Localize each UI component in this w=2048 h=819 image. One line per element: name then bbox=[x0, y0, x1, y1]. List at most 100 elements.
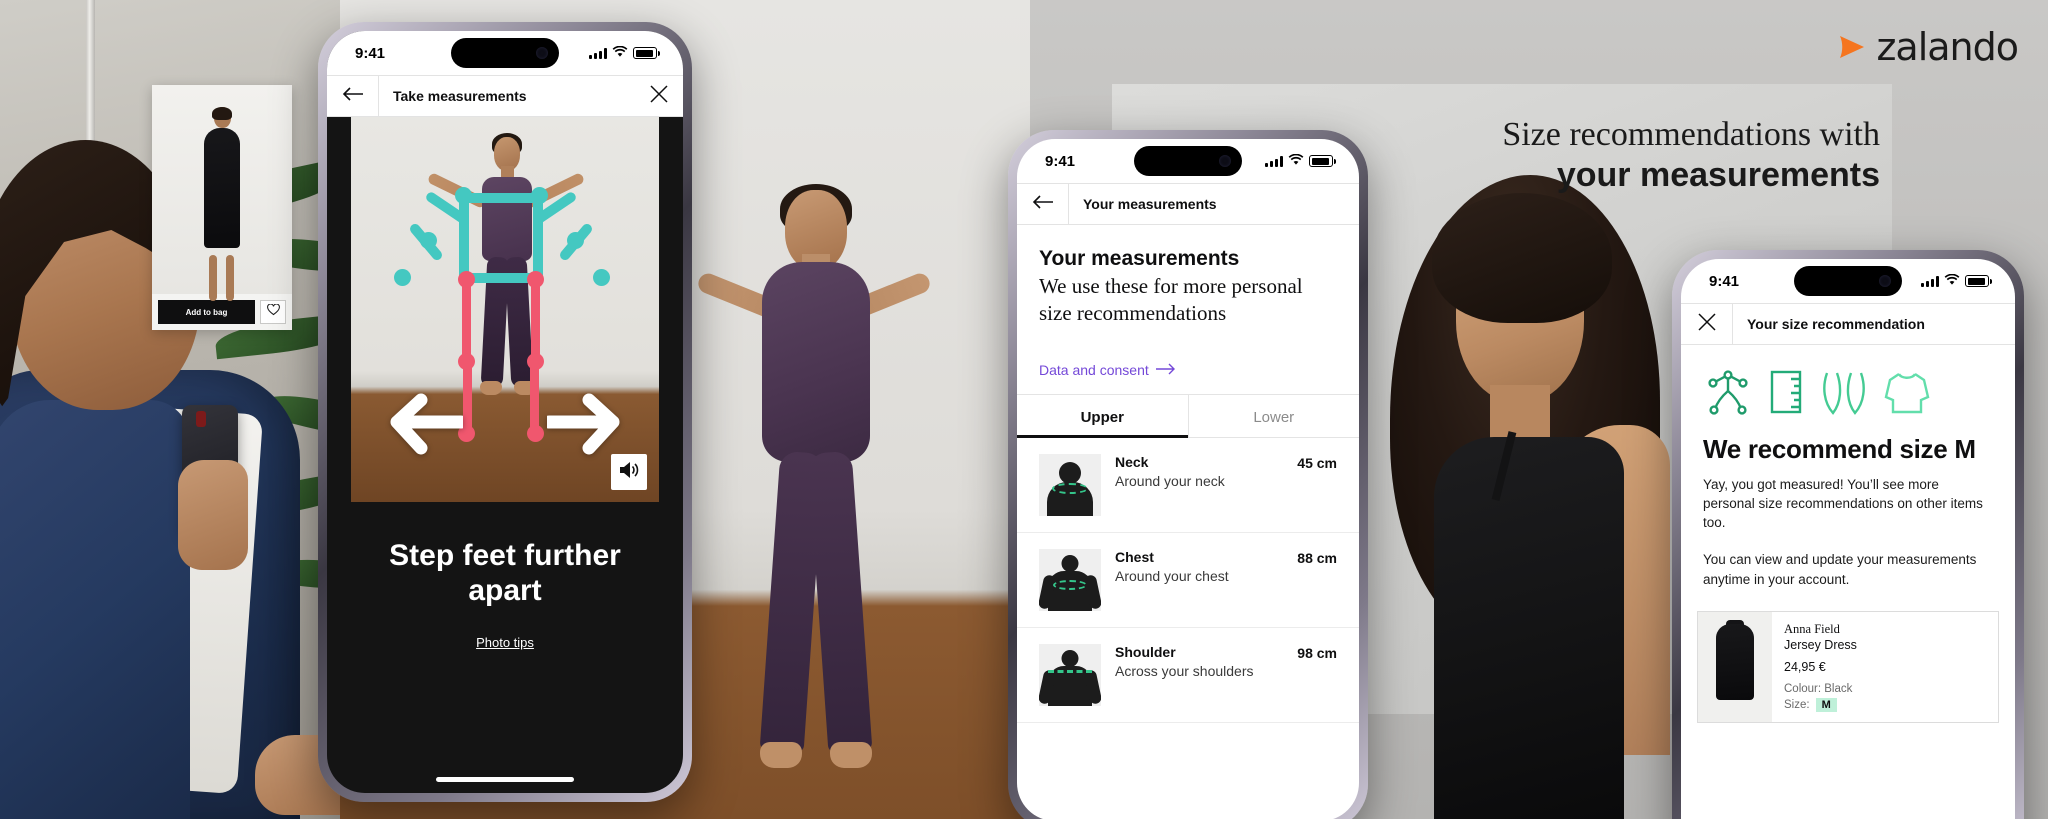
phone-take-measurements: 9:41 Take measurements Step feet further… bbox=[318, 22, 692, 802]
ruler-icon bbox=[1765, 367, 1807, 422]
page-title: Your measurements bbox=[1039, 247, 1240, 270]
measurement-info: Chest Around your chest bbox=[1115, 549, 1283, 584]
phone-size-recommendation: 9:41 Your size recommendation We recomme… bbox=[1672, 250, 2024, 819]
arrow-left-icon bbox=[1032, 194, 1054, 215]
close-button[interactable] bbox=[1681, 304, 1733, 344]
measurement-tabs: Upper Lower bbox=[1017, 393, 1360, 438]
dynamic-island bbox=[1794, 266, 1902, 296]
product-thumbnail bbox=[1698, 611, 1772, 722]
tab-upper[interactable]: Upper bbox=[1017, 395, 1188, 438]
zalando-wordmark: zalando bbox=[1876, 25, 2019, 69]
mini-product-actions: Add to bag bbox=[152, 294, 292, 330]
measurement-desc: Around your chest bbox=[1115, 567, 1229, 584]
mini-product-card[interactable]: Add to bag bbox=[152, 85, 292, 330]
body-points-icon bbox=[1703, 367, 1753, 422]
status-time: 9:41 bbox=[355, 44, 386, 62]
phone1-screen: 9:41 Take measurements Step feet further… bbox=[327, 31, 683, 793]
product-size: Size: M bbox=[1784, 697, 1986, 712]
tape-measure-icon bbox=[1819, 367, 1869, 422]
phone2-navbar: Your measurements bbox=[1017, 183, 1359, 225]
cellular-bars-icon bbox=[1921, 275, 1939, 287]
measurement-name: Chest bbox=[1115, 548, 1154, 565]
measurement-row-chest[interactable]: Chest Around your chest 88 cm bbox=[1017, 533, 1359, 628]
cellular-bars-icon bbox=[589, 47, 607, 59]
status-icons bbox=[1265, 153, 1336, 170]
phone2-title: Your measurements bbox=[1083, 196, 1217, 212]
battery-icon bbox=[633, 47, 660, 59]
product-title: Jersey Dress bbox=[1784, 637, 1857, 652]
close-button[interactable] bbox=[635, 85, 683, 107]
arrow-right-icon bbox=[1155, 362, 1176, 378]
phone2-content: Your measurements We use these for more … bbox=[1017, 225, 1359, 723]
phone3-statusbar: 9:41 bbox=[1681, 259, 2015, 303]
recommendation-paragraph-1: Yay, you got measured! You’ll see more p… bbox=[1703, 477, 1983, 531]
cellular-bars-icon bbox=[1265, 155, 1283, 167]
product-size-label: Size: bbox=[1784, 698, 1810, 711]
phone3-navbar: Your size recommendation bbox=[1681, 303, 2015, 345]
mini-product-image bbox=[152, 85, 292, 301]
measurement-value: 88 cm bbox=[1297, 549, 1337, 566]
back-button[interactable] bbox=[1017, 184, 1069, 224]
product-size-value: M bbox=[1815, 697, 1837, 712]
model-black-dress-photo bbox=[1380, 175, 1680, 819]
status-icons bbox=[589, 45, 660, 62]
product-colour: Colour: Black bbox=[1784, 682, 1853, 695]
product-meta: Anna Field Jersey Dress 24,95 € Colour: … bbox=[1772, 612, 1998, 722]
mini-product-model bbox=[196, 107, 248, 301]
zalando-logo: zalando bbox=[1837, 25, 2019, 69]
measurement-row-shoulder[interactable]: Shoulder Across your shoulders 98 cm bbox=[1017, 628, 1359, 723]
measurements-intro: Your measurements We use these for more … bbox=[1017, 225, 1359, 378]
recommendation-paragraph-2: You can view and update your measurement… bbox=[1703, 552, 1977, 587]
phone1-title: Take measurements bbox=[393, 88, 527, 104]
measurement-value: 98 cm bbox=[1297, 644, 1337, 661]
phone2-screen: 9:41 Your measurements Your measurements bbox=[1017, 139, 1359, 819]
product-price: 24,95 € bbox=[1784, 659, 1826, 674]
sweater-icon bbox=[1881, 367, 1933, 422]
heart-icon bbox=[266, 303, 280, 321]
phone1-navbar: Take measurements bbox=[327, 75, 683, 117]
home-indicator[interactable] bbox=[436, 777, 574, 782]
measurement-value: 45 cm bbox=[1297, 454, 1337, 471]
back-button[interactable] bbox=[327, 76, 379, 116]
tab-lower[interactable]: Lower bbox=[1187, 394, 1360, 437]
chest-measure-icon bbox=[1039, 548, 1101, 611]
size-hero-icons bbox=[1681, 345, 2015, 428]
wifi-icon bbox=[1944, 273, 1960, 290]
battery-icon bbox=[1965, 275, 1992, 287]
add-to-bag-button[interactable]: Add to bag bbox=[158, 300, 255, 324]
status-time: 9:41 bbox=[1045, 152, 1076, 170]
camera-instruction: Step feet further apart bbox=[389, 539, 621, 608]
dynamic-island bbox=[1134, 146, 1242, 176]
photo-tips-link[interactable]: Photo tips bbox=[327, 635, 683, 650]
status-icons bbox=[1921, 273, 1992, 290]
sound-toggle-button[interactable] bbox=[611, 454, 647, 490]
close-icon bbox=[650, 85, 668, 107]
page-subtitle: We use these for more personal size reco… bbox=[1039, 274, 1303, 326]
recommendation-heading: We recommend size M bbox=[1703, 434, 1976, 464]
phone2-statusbar: 9:41 bbox=[1017, 139, 1359, 183]
measurement-desc: Around your neck bbox=[1115, 472, 1225, 489]
speaker-icon bbox=[618, 460, 640, 485]
data-and-consent-link[interactable]: Data and consent bbox=[1039, 362, 1337, 378]
data-consent-label: Data and consent bbox=[1039, 361, 1149, 378]
phone1-statusbar: 9:41 bbox=[327, 31, 683, 75]
measurement-info: Shoulder Across your shoulders bbox=[1115, 644, 1283, 679]
phone3-title: Your size recommendation bbox=[1747, 316, 1925, 332]
phone3-screen: 9:41 Your size recommendation We recomme… bbox=[1681, 259, 2015, 819]
measurement-row-neck[interactable]: Neck Around your neck 45 cm bbox=[1017, 438, 1359, 533]
phone-your-measurements: 9:41 Your measurements Your measurements bbox=[1008, 130, 1368, 819]
arrow-left-wide-icon bbox=[377, 392, 468, 462]
arrow-left-icon bbox=[342, 86, 364, 107]
measurement-name: Shoulder bbox=[1115, 643, 1176, 660]
neck-measure-icon bbox=[1039, 453, 1101, 516]
camera-viewfinder[interactable] bbox=[351, 117, 659, 502]
status-time: 9:41 bbox=[1709, 272, 1740, 290]
wifi-icon bbox=[1288, 153, 1304, 170]
measurement-desc: Across your shoulders bbox=[1115, 662, 1254, 679]
standing-model-photo bbox=[690, 184, 933, 819]
product-card[interactable]: Anna Field Jersey Dress 24,95 € Colour: … bbox=[1697, 610, 1999, 723]
phone1-top: 9:41 Take measurements bbox=[327, 31, 683, 117]
measurement-name: Neck bbox=[1115, 453, 1149, 470]
shoulder-measure-icon bbox=[1039, 643, 1101, 706]
wishlist-button[interactable] bbox=[260, 300, 286, 324]
